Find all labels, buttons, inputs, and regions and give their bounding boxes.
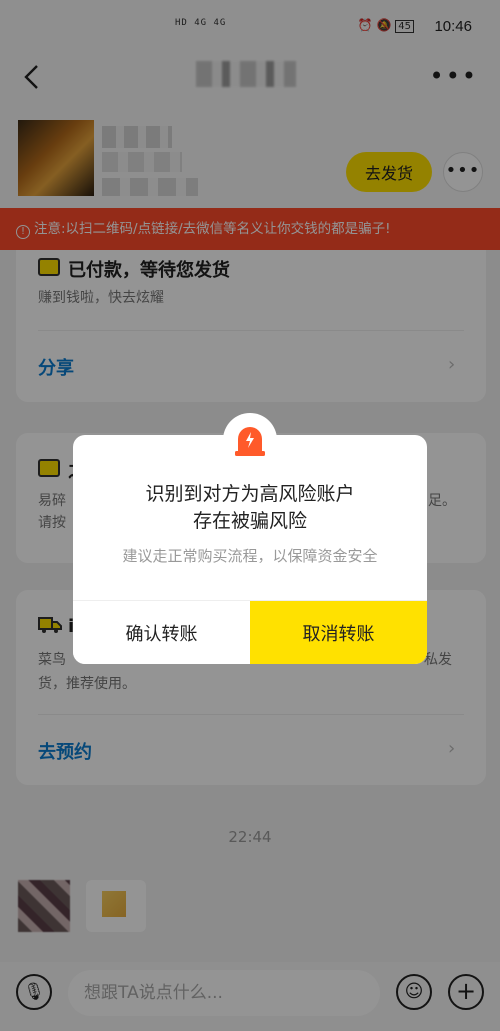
dialog-title: 识别到对方为高风险账户 存在被骗风险 [73,481,427,535]
dialog-subtitle: 建议走正常购买流程，以保障资金安全 [122,547,378,565]
dialog-title-line2: 存在被骗风险 [192,510,307,532]
alarm-siren-icon [231,421,269,459]
dialog-title-line1: 识别到对方为高风险账户 [145,483,355,505]
risk-warning-dialog: 识别到对方为高风险账户 存在被骗风险 建议走正常购买流程，以保障资金安全 确认转… [73,435,427,664]
confirm-transfer-button[interactable]: 确认转账 [73,601,250,664]
cancel-transfer-button[interactable]: 取消转账 [250,601,427,664]
alarm-badge [223,413,277,467]
